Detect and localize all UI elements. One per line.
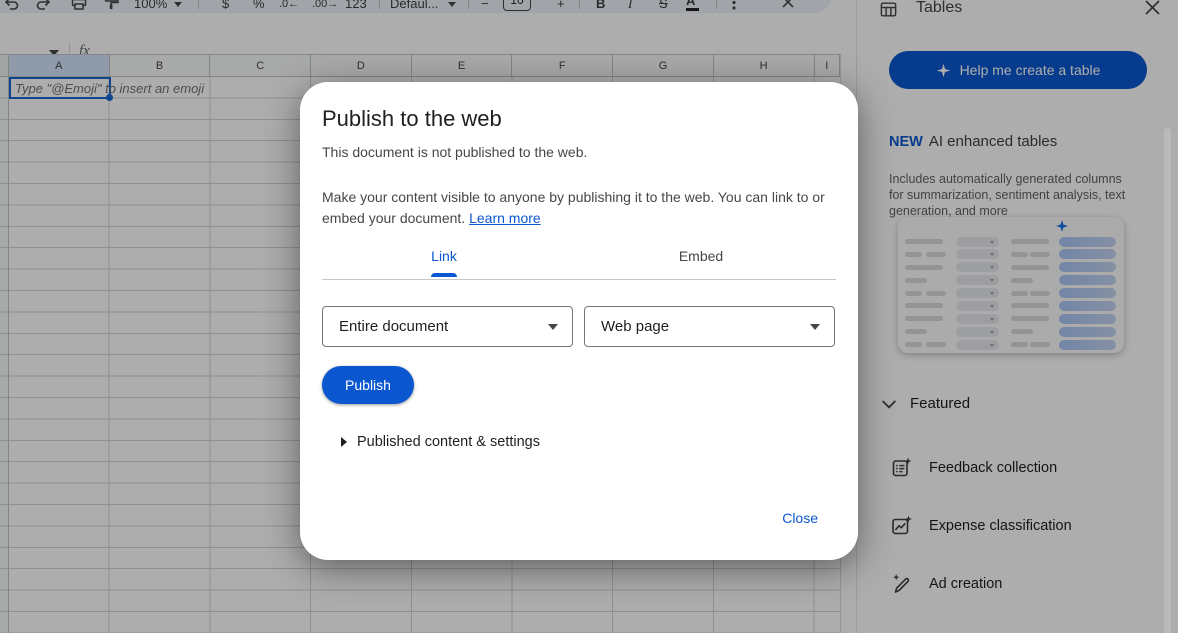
dialog-title: Publish to the web: [322, 106, 502, 132]
publish-scope-dropdown[interactable]: Entire document: [322, 306, 573, 347]
publish-button[interactable]: Publish: [322, 366, 414, 404]
publish-dialog: Publish to the web This document is not …: [300, 82, 858, 560]
publish-description: Make your content visible to anyone by p…: [322, 187, 838, 228]
close-button[interactable]: Close: [782, 510, 818, 526]
sidebar-scrollbar[interactable]: [1164, 128, 1171, 633]
tab-link[interactable]: Link: [431, 248, 457, 264]
publish-format-dropdown[interactable]: Web page: [584, 306, 835, 347]
tabs-divider: [322, 279, 836, 280]
publish-status-text: This document is not published to the we…: [322, 144, 587, 160]
chevron-down-icon: [810, 324, 820, 330]
tab-embed[interactable]: Embed: [679, 248, 723, 264]
expand-arrow-icon: [341, 437, 347, 447]
learn-more-link[interactable]: Learn more: [469, 210, 541, 226]
active-tab-indicator: [431, 273, 457, 277]
chevron-down-icon: [548, 324, 558, 330]
published-content-settings-expander[interactable]: Published content & settings: [341, 434, 540, 450]
screen: 100% $ % .0← .00→ 123 Defaul... − 10 + B…: [0, 0, 1178, 633]
